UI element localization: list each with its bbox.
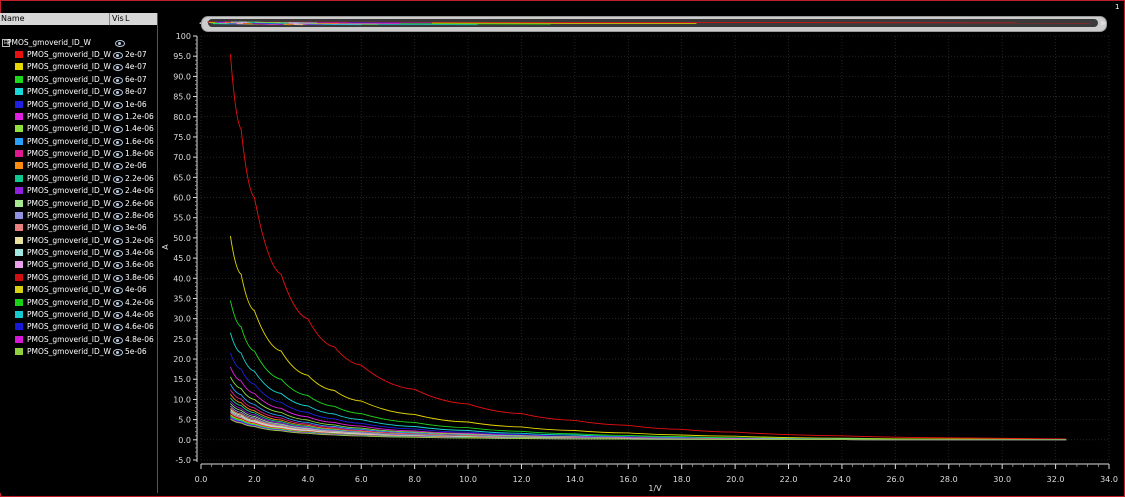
scrollbar-preview [206,21,1091,26]
y-tick-label: 5.0 [178,416,191,425]
y-tick-label: 65.0 [173,173,191,182]
y-tick-label: 35.0 [173,294,191,303]
y-tick-label: 85.0 [173,93,191,102]
x-tick-label: 16.0 [619,475,637,484]
x-tick-label: 24.0 [833,475,851,484]
y-tick-label: 70.0 [173,153,191,162]
x-axis-label: 1/V [648,484,662,493]
x-tick-label: 34.0 [1100,475,1118,484]
x-tick-label: 8.0 [408,475,421,484]
y-tick-label: 40.0 [173,274,191,283]
x-tick-label: 10.0 [459,475,477,484]
y-tick-label: 90.0 [173,72,191,81]
y-tick-label: -5.0 [175,456,191,465]
curve-4e-07 [229,235,1067,441]
y-tick-label: 30.0 [173,315,191,324]
x-tick-label: 14.0 [566,475,584,484]
x-tick-label: 22.0 [780,475,798,484]
x-tick-label: 12.0 [513,475,531,484]
y-tick-label: 60.0 [173,194,191,203]
curve-2e-07 [229,54,1067,440]
curve-1e-06 [229,352,1067,441]
y-tick-label: 80.0 [173,113,191,122]
y-tick-label: 15.0 [173,375,191,384]
x-tick-label: 6.0 [355,475,368,484]
x-tick-label: 20.0 [726,475,744,484]
y-tick-label: 55.0 [173,214,191,223]
y-tick-label: 100 [176,32,191,41]
x-tick-label: 26.0 [886,475,904,484]
y-tick-label: 25.0 [173,335,191,344]
grid-lines [200,35,1110,461]
x-tick-label: 30.0 [993,475,1011,484]
x-tick-label: 18.0 [673,475,691,484]
x-tick-label: 32.0 [1047,475,1065,484]
x-tick-label: 0.0 [195,475,208,484]
y-tick-label: 95.0 [173,52,191,61]
curves [229,54,1067,441]
y-tick-label: 10.0 [173,395,191,404]
y-tick-label: 0.0 [178,436,191,445]
y-tick-label: 20.0 [173,355,191,364]
y-tick-label: 75.0 [173,133,191,142]
waveform-plot[interactable]: -5.0 0.0 5.0 10.0 15.0 20.0 25.0 30.0 35.0 40.0 45… [0,0,1125,497]
y-tick-label: 45.0 [173,254,191,263]
y-tick-label: 50.0 [173,234,191,243]
x-tick-label: 2.0 [248,475,261,484]
y-axis-label: A [161,244,170,250]
x-tick-label: 4.0 [301,475,314,484]
x-tick-label: 28.0 [940,475,958,484]
curve-8e-07 [229,332,1067,441]
